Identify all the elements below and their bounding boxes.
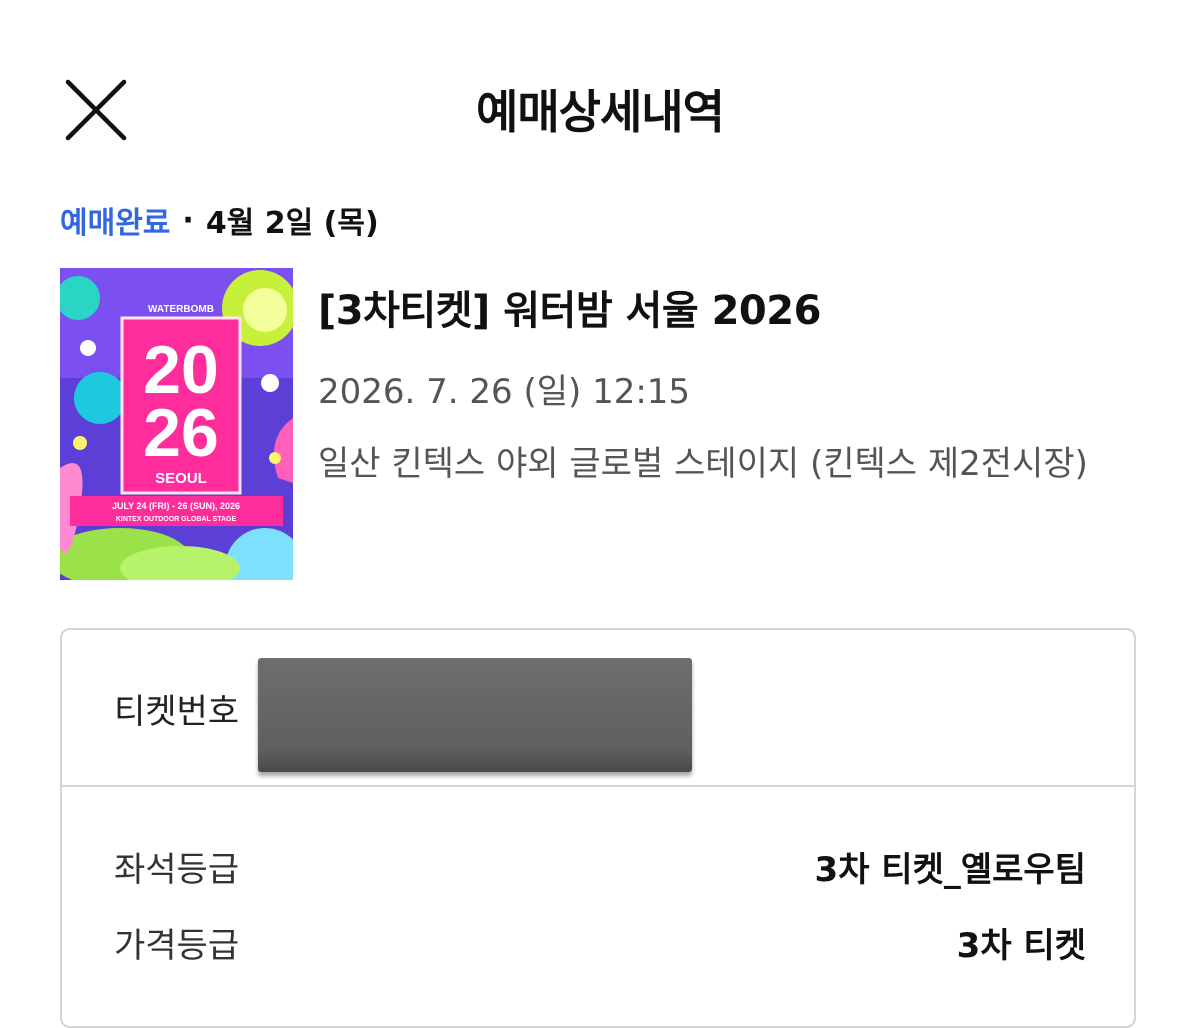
seat-grade-label: 좌석등급 bbox=[114, 850, 240, 890]
poster-city: SEOUL bbox=[155, 470, 207, 487]
detail-row-seat-grade: 좌석등급 3차 티켓_옐로우팀 bbox=[114, 842, 1086, 891]
ticket-number-label: 티켓번호 bbox=[114, 692, 240, 732]
price-grade-value: 3차 티켓 bbox=[956, 926, 1086, 966]
detail-row-price-grade: 가격등급 3차 티켓 bbox=[114, 918, 1086, 967]
poster-artwork: WATERBOMB 20 26 SEOUL JULY 24 (FRI) - 26… bbox=[60, 268, 293, 580]
event-poster[interactable]: WATERBOMB 20 26 SEOUL JULY 24 (FRI) - 26… bbox=[60, 268, 293, 580]
ticket-number-row: 티켓번호 bbox=[62, 630, 1134, 787]
poster-brand: WATERBOMB bbox=[148, 304, 214, 315]
booking-date: 4월 2일 (목) bbox=[205, 206, 379, 241]
event-venue: 일산 킨텍스 야외 글로벌 스테이지 (킨텍스 제2전시장) bbox=[318, 444, 1088, 484]
poster-year-bottom: 26 bbox=[143, 395, 219, 471]
poster-stage: KINTEX OUTDOOR GLOBAL STAGE bbox=[116, 516, 237, 523]
page-title: 예매상세내역 bbox=[476, 85, 725, 139]
ticket-info-card: 티켓번호 좌석등급 3차 티켓_옐로우팀 가격등급 3차 티켓 bbox=[60, 628, 1136, 1028]
page-header: 예매상세내역 bbox=[0, 40, 1200, 170]
booking-status-badge: 예매완료 bbox=[60, 206, 171, 241]
seat-grade-value: 3차 티켓_옐로우팀 bbox=[814, 850, 1086, 890]
booking-status-line: 예매완료 · 4월 2일 (목) bbox=[60, 198, 379, 242]
price-grade-label: 가격등급 bbox=[114, 926, 240, 966]
ticket-number-redaction bbox=[258, 658, 692, 772]
separator-dot: · bbox=[182, 202, 194, 238]
event-title: [3차티켓] 워터밤 서울 2026 bbox=[318, 288, 821, 334]
event-datetime: 2026. 7. 26 (일) 12:15 bbox=[318, 372, 691, 412]
poster-dates: JULY 24 (FRI) - 26 (SUN), 2026 bbox=[112, 501, 240, 511]
